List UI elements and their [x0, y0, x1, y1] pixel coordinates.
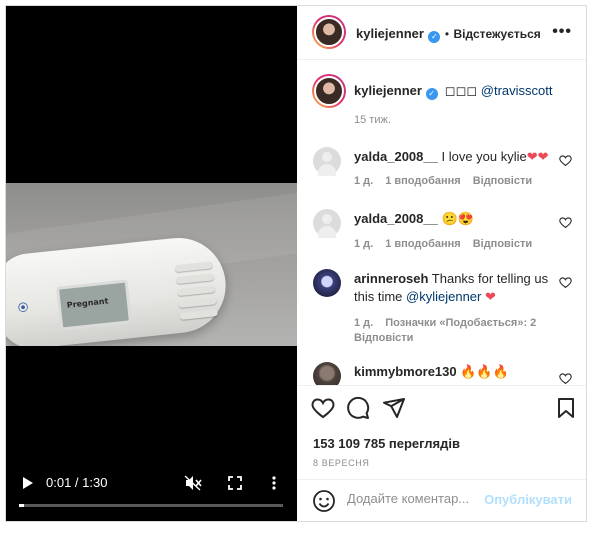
like-comment-heart-icon[interactable] — [559, 154, 572, 167]
verified-badge-icon: ✓ — [428, 31, 441, 43]
likes-count[interactable]: Позначки «Подобається»: 2 — [385, 317, 536, 329]
video-progress-bar[interactable] — [19, 504, 283, 507]
like-heart-icon[interactable] — [311, 396, 335, 420]
caption-time: 15 тиж. — [354, 114, 391, 126]
brand-mark: ⦿ — [17, 302, 29, 315]
video-menu-icon[interactable] — [266, 471, 282, 495]
more-dots-icon[interactable]: ••• — [552, 23, 572, 41]
author-avatar[interactable] — [312, 15, 346, 49]
test-window: Pregnant — [55, 279, 133, 331]
like-comment-heart-icon[interactable] — [559, 372, 572, 385]
like-comment-heart-icon[interactable] — [559, 276, 572, 289]
save-bookmark-icon[interactable] — [554, 396, 578, 420]
post-modal: Pregnant ⦿ 0:01 / 1:30 kyliejenner ✓ • В… — [5, 5, 587, 522]
reply-button[interactable]: Відповісти — [473, 238, 532, 250]
post-sidebar: kyliejenner ✓ • Відстежується ••• kyliej… — [297, 6, 586, 521]
mute-icon[interactable] — [182, 471, 204, 495]
mention-link[interactable]: @travisscott — [481, 83, 553, 98]
caption-avatar[interactable] — [312, 74, 346, 108]
post-actions: 153 109 785 переглядів 8 ВЕРЕСНЯ Опублік… — [297, 385, 586, 521]
commenter-avatar[interactable] — [313, 362, 341, 385]
commenter-avatar[interactable] — [313, 209, 341, 238]
comment-bubble-icon[interactable] — [346, 396, 370, 420]
following-button[interactable]: Відстежується — [454, 27, 541, 41]
video-controls: 0:01 / 1:30 — [6, 468, 297, 518]
add-comment-bar: Опублікувати — [297, 479, 586, 521]
video-player[interactable]: Pregnant ⦿ 0:01 / 1:30 — [6, 6, 297, 521]
video-time: 0:01 / 1:30 — [46, 475, 108, 490]
verified-badge-icon: ✓ — [425, 88, 438, 100]
emoji-icon[interactable] — [312, 489, 336, 513]
author-username[interactable]: kyliejenner — [356, 26, 424, 41]
commenter-avatar[interactable] — [313, 147, 341, 176]
video-frame: Pregnant ⦿ — [6, 183, 297, 346]
post-header: kyliejenner ✓ • Відстежується ••• — [297, 6, 586, 60]
share-send-icon[interactable] — [382, 396, 406, 420]
reply-button[interactable]: Відповісти — [354, 332, 413, 344]
likes-count[interactable]: 1 вподобання — [385, 238, 460, 250]
reply-button[interactable]: Відповісти — [473, 175, 532, 187]
post-date: 8 ВЕРЕСНЯ — [313, 458, 370, 468]
caption-username[interactable]: kyliejenner — [354, 83, 422, 98]
like-comment-heart-icon[interactable] — [559, 216, 572, 229]
publish-button[interactable]: Опублікувати — [484, 492, 572, 507]
likes-count[interactable]: 1 вподобання — [385, 175, 460, 187]
fullscreen-icon[interactable] — [224, 471, 246, 495]
mention-link[interactable]: @kyliejenner — [406, 289, 481, 304]
comments-list: kyliejenner ✓ ◻◻◻ @travisscott 15 тиж. y… — [297, 60, 586, 385]
play-icon[interactable] — [18, 471, 38, 495]
commenter-avatar[interactable] — [313, 269, 341, 297]
views-count[interactable]: 153 109 785 переглядів — [313, 436, 460, 451]
